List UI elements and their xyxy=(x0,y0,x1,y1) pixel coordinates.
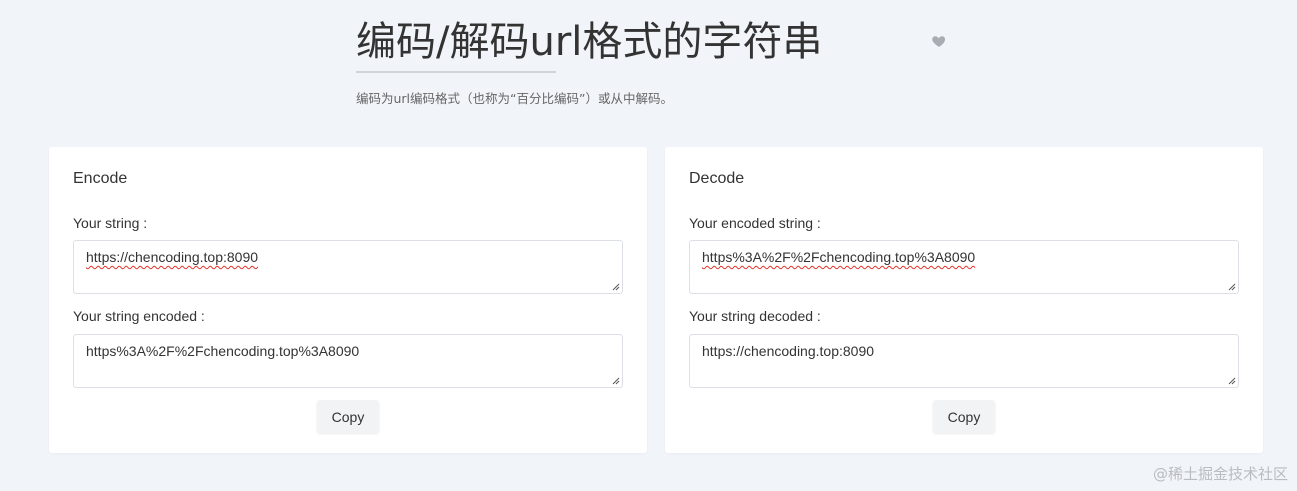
decode-input-textarea[interactable]: https%3A%2F%2Fchencoding.top%3A8090 xyxy=(689,240,1239,294)
decode-output-value: https://chencoding.top:8090 xyxy=(702,343,875,359)
resize-grip-icon[interactable] xyxy=(1228,377,1236,385)
heart-icon[interactable] xyxy=(931,33,947,49)
resize-grip-icon[interactable] xyxy=(612,283,620,291)
resize-grip-icon[interactable] xyxy=(612,377,620,385)
decode-output-textarea[interactable]: https://chencoding.top:8090 xyxy=(689,334,1239,388)
encode-input-label: Your string : xyxy=(73,215,148,231)
encode-card: Encode Your string : https://chencoding.… xyxy=(49,147,647,453)
page-title: 编码/解码url格式的字符串 xyxy=(356,19,823,65)
title-underline xyxy=(356,71,556,73)
decode-output-label: Your string decoded : xyxy=(689,308,821,324)
resize-grip-icon[interactable] xyxy=(1228,283,1236,291)
watermark: @稀土掘金技术社区 xyxy=(1152,465,1288,483)
decode-input-value: https%3A%2F%2Fchencoding.top%3A8090 xyxy=(702,249,976,265)
encode-output-textarea[interactable]: https%3A%2F%2Fchencoding.top%3A8090 xyxy=(73,334,623,388)
encode-output-value: https%3A%2F%2Fchencoding.top%3A8090 xyxy=(86,343,360,359)
encode-input-textarea[interactable]: https://chencoding.top:8090 xyxy=(73,240,623,294)
decode-card-title: Decode xyxy=(689,170,745,187)
encode-output-label: Your string encoded : xyxy=(73,308,205,324)
page-subtitle: 编码为url编码格式（也称为“百分比编码”）或从中解码。 xyxy=(356,91,673,106)
decode-input-label: Your encoded string : xyxy=(689,215,821,231)
decode-card: Decode Your encoded string : https%3A%2F… xyxy=(665,147,1263,453)
encode-copy-button[interactable]: Copy xyxy=(317,400,379,433)
decode-copy-button[interactable]: Copy xyxy=(933,400,995,433)
encode-card-title: Encode xyxy=(73,170,128,187)
encode-input-value: https://chencoding.top:8090 xyxy=(86,249,259,265)
